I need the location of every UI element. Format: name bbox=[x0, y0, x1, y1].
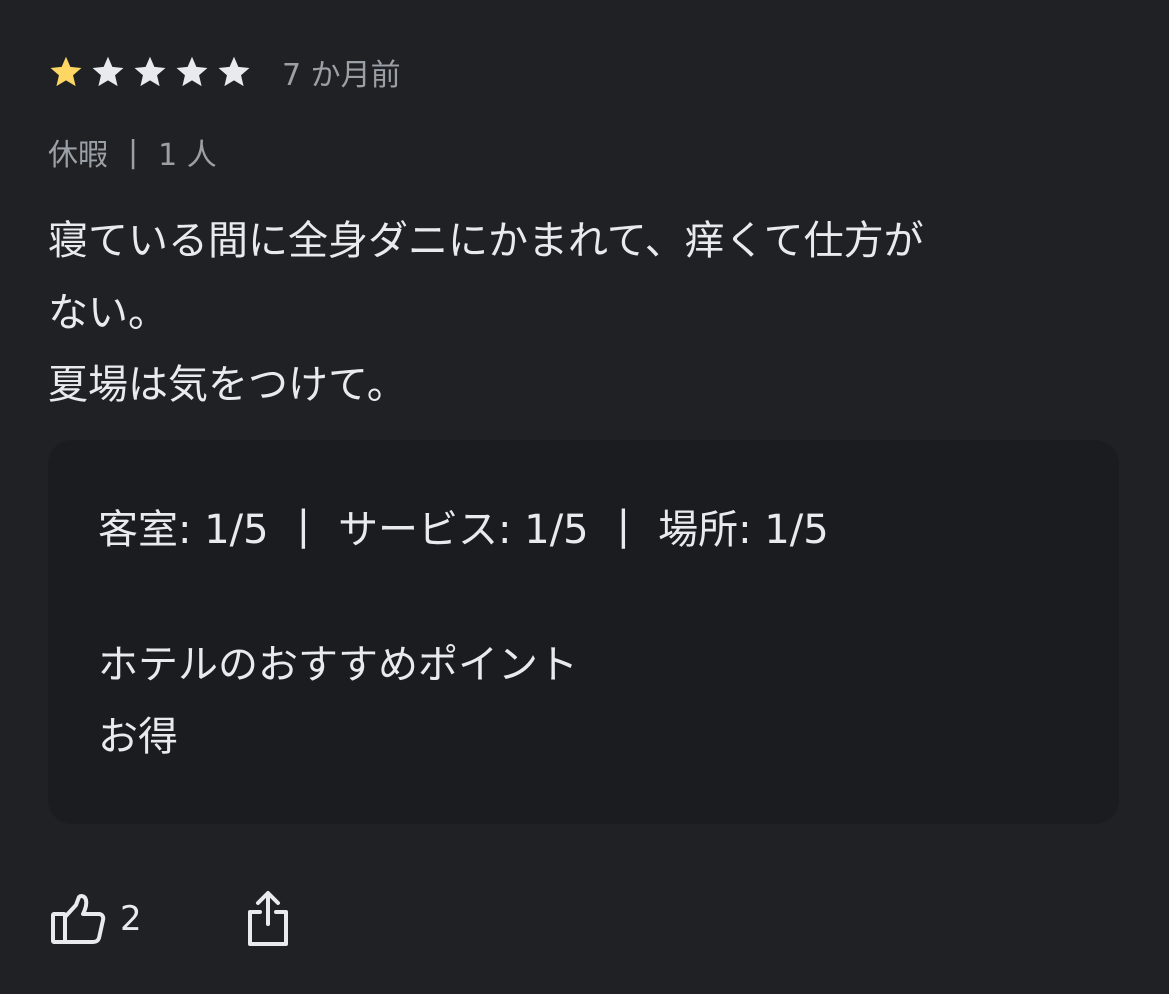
details-panel: 客室: 1/5 | サービス: 1/5 | 場所: 1/5 ホテルのおすすめポイ… bbox=[48, 440, 1119, 824]
review-date: 7 か月前 bbox=[282, 58, 401, 93]
score-service: サービス: 1/5 bbox=[338, 507, 589, 553]
review-text-line: 夏場は気をつけて。 bbox=[48, 362, 407, 408]
thumbs-up-icon bbox=[50, 893, 106, 945]
share-button[interactable] bbox=[246, 888, 290, 948]
score-rooms: 客室: 1/5 bbox=[98, 507, 269, 553]
star-empty-icon bbox=[92, 56, 124, 87]
like-button[interactable]: 2 bbox=[50, 893, 142, 945]
trip-type: 休暇 bbox=[48, 138, 108, 173]
review-text: 寝ている間に全身ダニにかまれて、痒くて仕方が ない。 夏場は気をつけて。 bbox=[48, 205, 1108, 421]
star-empty-icon bbox=[134, 56, 166, 87]
like-count: 2 bbox=[120, 899, 142, 939]
recommend-heading: ホテルのおすすめポイント bbox=[98, 642, 578, 688]
party-size: 1 人 bbox=[158, 138, 217, 173]
star-rating bbox=[48, 54, 258, 90]
rating-row: 7 か月前 bbox=[48, 50, 401, 94]
score-location: 場所: 1/5 bbox=[658, 507, 829, 553]
category-scores: 客室: 1/5 | サービス: 1/5 | 場所: 1/5 bbox=[98, 500, 829, 553]
star-filled-icon bbox=[50, 56, 82, 87]
review-text-line: 寝ている間に全身ダニにかまれて、痒くて仕方が bbox=[48, 218, 924, 264]
review-text-line: ない。 bbox=[48, 290, 168, 336]
score-separator: | bbox=[296, 503, 311, 549]
star-empty-icon bbox=[218, 56, 250, 87]
recommend-item: お得 bbox=[98, 714, 178, 760]
share-icon bbox=[246, 888, 290, 948]
review-actions: 2 bbox=[50, 888, 288, 950]
trip-separator: | bbox=[128, 134, 139, 170]
trip-info: 休暇 | 1 人 bbox=[48, 130, 217, 174]
star-empty-icon bbox=[176, 56, 208, 87]
score-separator: | bbox=[616, 503, 631, 549]
